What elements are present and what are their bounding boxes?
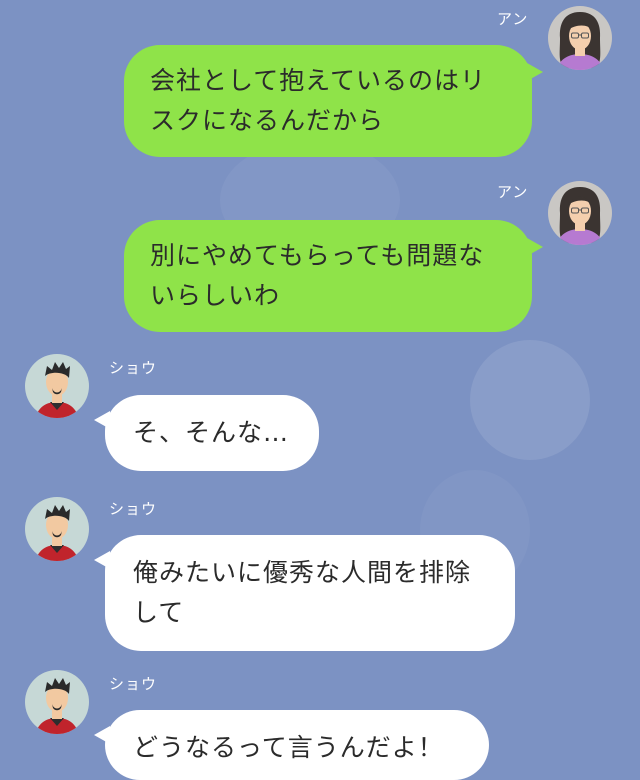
- sender-name: ショウ: [109, 675, 158, 693]
- background-glow: [470, 340, 590, 460]
- sender-name: アン: [497, 10, 529, 28]
- message-line: して: [133, 598, 185, 627]
- sender-name: ショウ: [109, 359, 158, 377]
- female-avatar-icon[interactable]: [548, 6, 612, 70]
- message-bubble[interactable]: 俺みたいに優秀な人間を排除 して: [94, 535, 515, 651]
- message-bubble[interactable]: 会社として抱えているのはリ スクになるんだから: [124, 45, 543, 157]
- message-line: 俺みたいに優秀な人間を排除: [133, 558, 472, 587]
- message-bubble[interactable]: 別にやめてもらっても問題な いらしいわ: [124, 220, 543, 332]
- male-avatar-icon[interactable]: [25, 670, 89, 734]
- male-avatar-icon[interactable]: [25, 354, 89, 418]
- message-line: 会社として抱えているのはリ: [150, 66, 487, 95]
- message-line: 別にやめてもらっても問題な: [150, 241, 485, 270]
- message-line: スクになるんだから: [150, 106, 385, 135]
- message-line: いらしいわ: [150, 281, 281, 310]
- message-line: どうなるって言うんだよ！: [133, 733, 444, 762]
- sender-name: アン: [497, 183, 529, 201]
- male-avatar-icon[interactable]: [25, 497, 89, 561]
- female-avatar-icon[interactable]: [548, 181, 612, 245]
- message-bubble[interactable]: そ、そんな…: [94, 395, 319, 471]
- message-bubble[interactable]: どうなるって言うんだよ！: [94, 710, 489, 780]
- message-line: そ、そんな…: [133, 418, 290, 447]
- sender-name: ショウ: [109, 500, 158, 518]
